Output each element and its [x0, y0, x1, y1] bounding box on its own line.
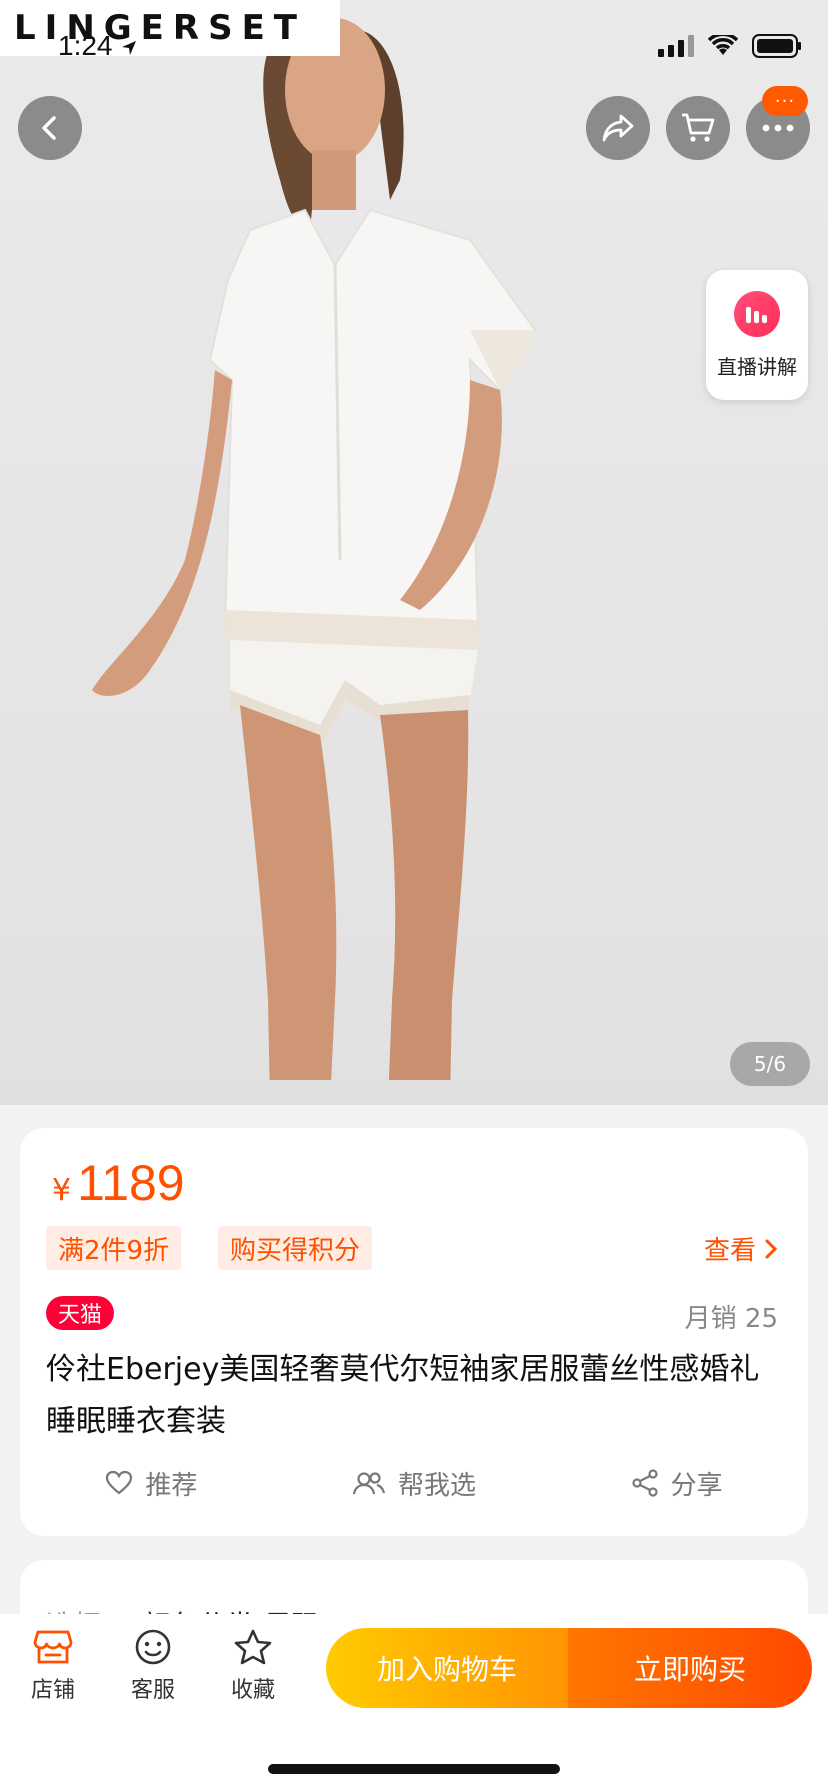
service-icon [135, 1629, 171, 1665]
cart-button[interactable] [666, 96, 730, 160]
tab-store[interactable]: 店铺 [8, 1628, 98, 1704]
see-more-link[interactable]: 查看 [704, 1230, 778, 1267]
product-photo [0, 18, 828, 1105]
recommend-label: 推荐 [145, 1470, 198, 1501]
price-currency: ¥ [52, 1173, 72, 1208]
battery-icon [752, 34, 801, 58]
more-badge: ··· [762, 86, 808, 116]
help-me-choose-label: 帮我选 [398, 1470, 477, 1501]
price: ¥ 1189 [52, 1154, 185, 1212]
chevron-left-icon [42, 116, 56, 140]
tab-favorite-label: 收藏 [230, 1678, 275, 1703]
tab-store-label: 店铺 [30, 1678, 75, 1703]
cellular-signal-icon [658, 35, 694, 57]
product-image-gallery[interactable]: LINGERSET 1:24 ··· 直播讲解 5/6 [0, 0, 828, 1105]
promo-tag-discount[interactable]: 满2件9折 [46, 1226, 182, 1270]
star-icon [234, 1629, 272, 1665]
promo-tag-points[interactable]: 购买得积分 [218, 1226, 373, 1270]
bottom-action-bar: 店铺 客服 收藏 加入购物车 立即购买 [0, 1614, 828, 1792]
share-icon [602, 114, 634, 142]
price-value: 1189 [77, 1155, 185, 1211]
more-icon [762, 124, 794, 132]
share-nodes-icon [632, 1469, 658, 1497]
tmall-badge: 天猫 [46, 1296, 115, 1330]
product-actions: 推荐 帮我选 分享 [20, 1458, 808, 1508]
heart-icon [106, 1470, 133, 1495]
help-me-choose-button[interactable]: 帮我选 [283, 1458, 546, 1508]
image-pager: 5/6 [730, 1042, 810, 1086]
location-arrow-icon [122, 40, 137, 55]
tab-customer-service[interactable]: 客服 [108, 1628, 198, 1704]
brand-logo: LINGERSET [0, 0, 340, 56]
add-to-cart-button[interactable]: 加入购物车 [326, 1628, 568, 1708]
cart-icon [682, 113, 715, 142]
live-bars-icon [734, 290, 780, 337]
status-time: 1:24 [58, 30, 138, 62]
chevron-right-icon [765, 1239, 778, 1258]
home-indicator[interactable] [268, 1764, 560, 1774]
see-more-label: 查看 [703, 1236, 756, 1266]
wifi-icon [708, 35, 738, 55]
product-title: 伶社Eberjey美国轻奢莫代尔短袖家居服蕾丝性感婚礼睡眠睡衣套装 [46, 1352, 760, 1439]
status-time-text: 1:24 [58, 30, 113, 61]
product-info-card: ¥ 1189 满2件9折 购买得积分 查看 天猫 月销 25 伶社Eberjey… [20, 1128, 808, 1536]
back-button[interactable] [18, 96, 82, 160]
live-explain-button[interactable]: 直播讲解 [706, 270, 808, 400]
share-product-label: 分享 [670, 1470, 723, 1501]
tab-customer-service-label: 客服 [130, 1678, 175, 1703]
monthly-sales: 月销 25 [684, 1304, 778, 1334]
share-button[interactable] [586, 96, 650, 160]
share-product-button[interactable]: 分享 [545, 1458, 808, 1508]
live-explain-label: 直播讲解 [717, 354, 797, 379]
store-icon [33, 1630, 73, 1664]
status-indicators [658, 34, 802, 58]
buy-now-button[interactable]: 立即购买 [568, 1628, 812, 1708]
group-icon [352, 1472, 386, 1495]
recommend-button[interactable]: 推荐 [20, 1458, 283, 1508]
tab-favorite[interactable]: 收藏 [208, 1628, 298, 1704]
